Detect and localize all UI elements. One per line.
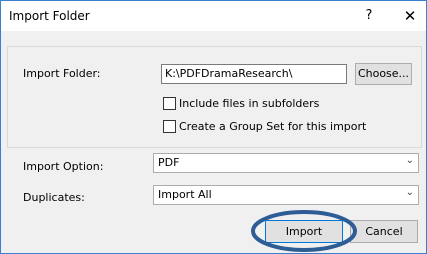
group-set-label: Create a Group Set for this import <box>179 120 367 133</box>
help-button[interactable]: ? <box>359 7 379 25</box>
chevron-down-icon: ⌄ <box>405 155 414 166</box>
import-folder-path-field[interactable]: K:\PDFDramaResearch\ <box>161 64 347 84</box>
import-option-select[interactable]: PDF ⌄ <box>153 153 419 173</box>
choose-folder-button[interactable]: Choose... <box>355 63 412 85</box>
window-title: Import Folder <box>9 9 90 23</box>
duplicates-select[interactable]: Import All ⌄ <box>153 185 419 205</box>
include-subfolders-checkbox[interactable] <box>163 97 176 110</box>
import-folder-label: Import Folder: <box>23 67 101 80</box>
group-set-checkbox[interactable] <box>163 120 176 133</box>
import-option-label: Import Option: <box>23 160 104 173</box>
close-button[interactable]: ✕ <box>399 6 421 26</box>
duplicates-value: Import All <box>158 188 212 201</box>
duplicates-label: Duplicates: <box>23 191 85 204</box>
import-option-value: PDF <box>158 156 180 169</box>
title-bar: Import Folder ? ✕ <box>1 1 426 31</box>
cancel-button[interactable]: Cancel <box>350 220 418 243</box>
import-folder-dialog: Import Folder ? ✕ Import Folder: K:\PDFD… <box>0 0 427 254</box>
include-subfolders-label: Include files in subfolders <box>179 97 320 110</box>
chevron-down-icon: ⌄ <box>405 187 414 198</box>
highlight-ellipse <box>251 210 357 252</box>
